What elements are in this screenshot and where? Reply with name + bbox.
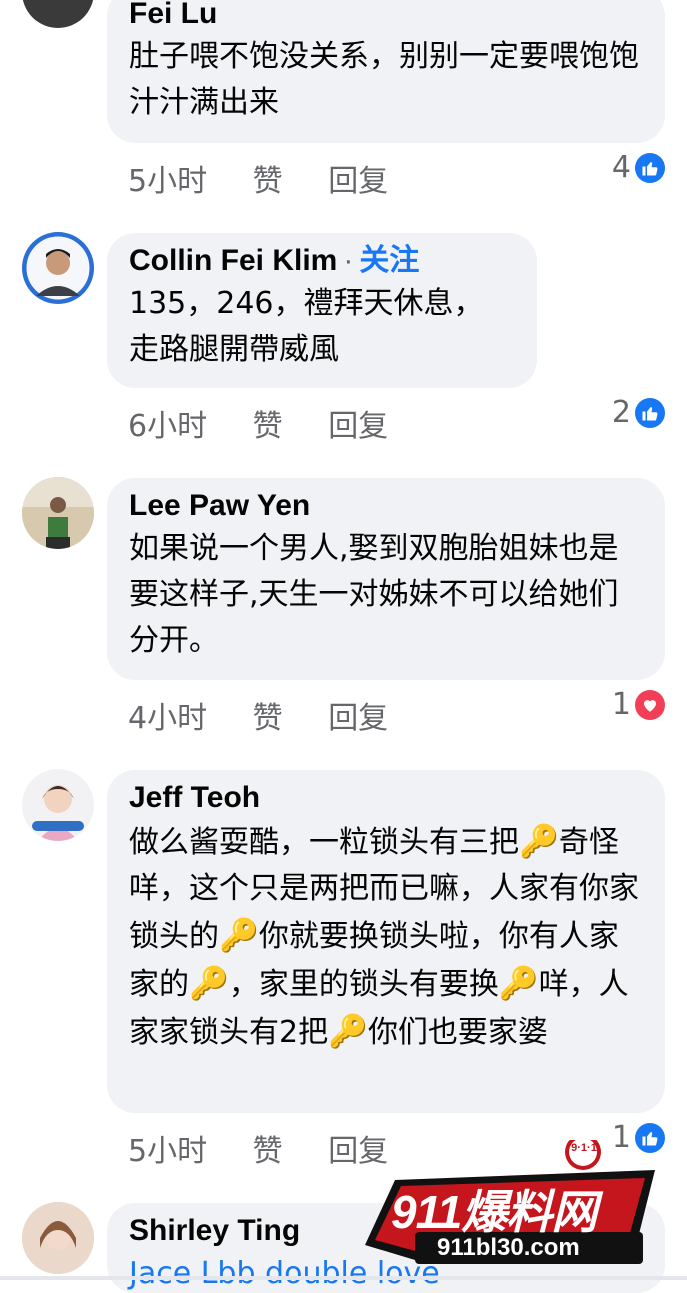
like-button[interactable]: 赞 xyxy=(253,164,283,199)
comment-time: 5小时 xyxy=(128,1134,208,1169)
like-button[interactable]: 赞 xyxy=(253,701,283,736)
reply-button[interactable]: 回复 xyxy=(328,701,388,736)
avatar[interactable] xyxy=(22,232,94,304)
person-icon xyxy=(23,233,93,303)
like-icon xyxy=(635,152,665,183)
comment-meta: 4小时 赞 回复 xyxy=(128,693,424,737)
heart-icon xyxy=(635,689,665,720)
comment-text: 如果说一个男人,娶到双胞胎姐妹也是要这样子,天生一对姊妹不可以给她们 分开。 xyxy=(129,531,619,658)
comment-time: 4小时 xyxy=(128,701,208,736)
comment-text-part: 你们也要家婆 xyxy=(367,1015,548,1050)
watermark-title: 911爆料网 xyxy=(391,1186,597,1238)
reaction-summary[interactable]: 1 xyxy=(612,687,665,722)
follow-button[interactable]: 关注 xyxy=(359,244,419,277)
divider xyxy=(0,1276,687,1280)
avatar[interactable] xyxy=(22,769,94,841)
comment-time: 6小时 xyxy=(128,409,208,444)
watermark-logo: 9·1·1 911爆料网 911bl30.com xyxy=(355,1134,665,1275)
reply-button[interactable]: 回复 xyxy=(328,409,388,444)
commenter-name: Collin Fei Klim · 关注 xyxy=(129,241,515,281)
key-icon: 🔑 xyxy=(219,916,259,954)
reply-button[interactable]: 回复 xyxy=(328,164,388,199)
watermark-url: 911bl30.com xyxy=(437,1234,580,1261)
comment-bubble: Jeff Teoh 做么酱耍酷，一粒锁头有三把🔑奇怪咩，这个只是两把而已嘛，人家… xyxy=(107,770,665,1113)
key-icon: 🔑 xyxy=(328,1012,368,1050)
reaction-summary[interactable]: 2 xyxy=(612,395,665,430)
key-icon: 🔑 xyxy=(189,964,229,1002)
comment-meta: 5小时 赞 回复 xyxy=(128,156,424,200)
watermark-badge: 9·1·1 xyxy=(571,1142,597,1154)
like-button[interactable]: 赞 xyxy=(253,409,283,444)
comment-meta: 6小时 赞 回复 xyxy=(128,401,424,445)
commenter-name-text[interactable]: Collin Fei Klim xyxy=(129,244,337,277)
commenter-name[interactable]: Jeff Teoh xyxy=(129,778,643,818)
comment-time: 5小时 xyxy=(128,164,208,199)
reaction-summary[interactable]: 4 xyxy=(612,150,665,185)
reaction-count: 2 xyxy=(611,395,631,430)
reaction-count: 1 xyxy=(611,687,631,722)
key-icon: 🔑 xyxy=(519,822,559,860)
reaction-count: 4 xyxy=(611,150,631,185)
comment-text: 肚子喂不饱没关系，别别一定要喂饱饱汁汁满出来 xyxy=(129,39,639,120)
person-icon xyxy=(22,1202,94,1274)
avatar[interactable] xyxy=(22,1202,94,1274)
comment-text-line-2: 走路腿開帶威風 xyxy=(129,332,339,367)
commenter-name[interactable]: Fei Lu xyxy=(129,0,643,34)
person-icon xyxy=(22,477,94,549)
comment-bubble: Collin Fei Klim · 关注 135，246，禮拜天休息， 走路腿開帶威… xyxy=(107,233,537,388)
commenter-name[interactable]: Lee Paw Yen xyxy=(129,486,643,526)
like-icon xyxy=(635,397,665,428)
comment-bubble: Fei Lu 肚子喂不饱没关系，别别一定要喂饱饱汁汁满出来 xyxy=(107,0,665,143)
comment-text-line-1: 135，246，禮拜天休息， xyxy=(129,286,484,321)
separator-dot: · xyxy=(343,244,354,277)
comment-bubble: Lee Paw Yen 如果说一个男人,娶到双胞胎姐妹也是要这样子,天生一对姊妹… xyxy=(107,478,665,680)
comment-text-part: 做么酱耍酷，一粒锁头有三把 xyxy=(129,825,519,860)
avatar[interactable] xyxy=(22,477,94,549)
like-button[interactable]: 赞 xyxy=(253,1134,283,1169)
comment-text: 做么酱耍酷，一粒锁头有三把🔑奇怪咩，这个只是两把而已嘛，人家有你家锁头的🔑你就要… xyxy=(129,818,643,1056)
avatar[interactable] xyxy=(22,0,94,28)
key-icon: 🔑 xyxy=(498,964,539,1002)
person-icon xyxy=(22,769,94,841)
comment-text-part: ，家里的锁头有要换 xyxy=(228,967,499,1002)
